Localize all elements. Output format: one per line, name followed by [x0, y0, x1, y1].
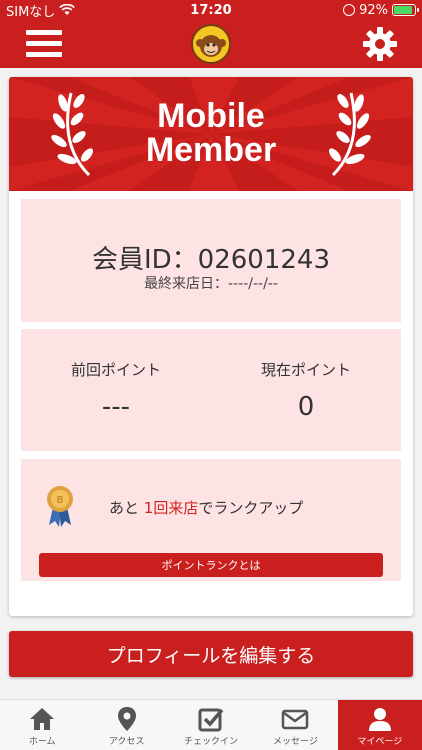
tab-mypage[interactable]: マイページ: [337, 700, 422, 750]
tab-bar: ホーム アクセス チェックイン メッセージ マイページ: [0, 699, 422, 750]
current-points-value: 0: [297, 392, 315, 422]
status-bar: SIMなし 17:20 92%: [0, 0, 422, 20]
tab-checkin[interactable]: チェックイン: [169, 700, 253, 750]
tab-checkin-label: チェックイン: [184, 737, 239, 747]
tab-message[interactable]: メッセージ: [253, 700, 337, 750]
edit-profile-button[interactable]: プロフィールを編集する: [9, 631, 413, 677]
carrier-label: SIMなし: [6, 4, 56, 20]
tab-access-label: アクセス: [108, 737, 145, 747]
laurel-right-icon: [329, 92, 371, 177]
previous-points: 前回ポイント ---: [21, 359, 211, 422]
previous-points-label: 前回ポイント: [70, 361, 161, 379]
orientation-lock-icon: [343, 4, 356, 16]
tab-home[interactable]: ホーム: [0, 700, 84, 750]
wifi-icon: [59, 4, 76, 15]
member-card: Mobile Member 会員ID：02601243 最終来店日：----/-…: [9, 77, 413, 616]
hamburger-icon[interactable]: [26, 28, 62, 60]
member-banner: Mobile Member: [9, 77, 413, 191]
tab-home-label: ホーム: [28, 737, 56, 747]
battery-icon: [392, 4, 419, 16]
tab-message-label: メッセージ: [273, 737, 318, 747]
svg-text:B: B: [57, 495, 64, 506]
previous-points-value: ---: [101, 392, 131, 422]
current-points-label: 現在ポイント: [260, 361, 351, 379]
member-id: 会員ID：02601243: [91, 245, 331, 275]
gear-icon[interactable]: [362, 26, 398, 62]
tab-access[interactable]: アクセス: [84, 700, 168, 750]
rankup-prefix: あと: [109, 499, 144, 517]
map-pin-icon: [117, 707, 136, 731]
rank-panel: B あと 1回来店でランクアップ ポイントランクとは: [21, 459, 401, 581]
last-visit-date: 最終来店日：----/--/--: [144, 276, 278, 292]
battery-percent: 92%: [359, 2, 388, 18]
home-icon: [30, 708, 55, 730]
points-panel: 前回ポイント --- 現在ポイント 0: [21, 329, 401, 451]
envelope-icon: [282, 709, 309, 730]
rankup-suffix: でランクアップ: [198, 499, 304, 517]
monkey-logo: [191, 24, 231, 64]
tab-mypage-label: マイページ: [357, 737, 403, 747]
rankup-message: あと 1回来店でランクアップ: [109, 497, 303, 518]
checkbox-icon: [198, 708, 224, 732]
current-points: 現在ポイント 0: [211, 359, 401, 422]
rankup-highlight: 1回来店: [143, 499, 199, 517]
point-rank-info-button[interactable]: ポイントランクとは: [39, 553, 383, 577]
medal-icon: B: [47, 486, 73, 527]
app-header: [0, 20, 422, 68]
member-id-panel: 会員ID：02601243 最終来店日：----/--/--: [21, 199, 401, 322]
user-icon: [368, 708, 391, 731]
